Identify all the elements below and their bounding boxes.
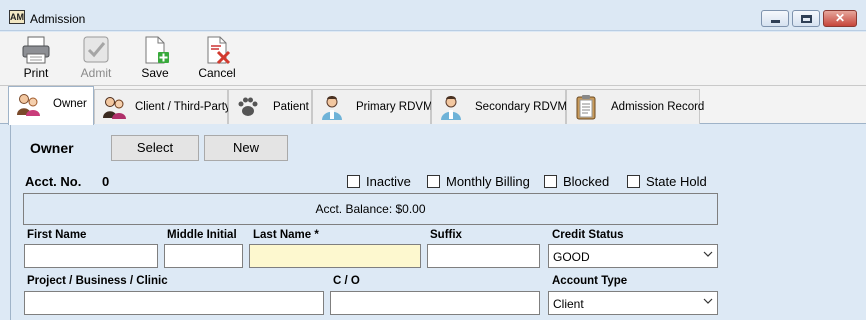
inactive-checkbox[interactable]: Inactive (347, 174, 417, 190)
paw-print-icon (238, 97, 258, 116)
tab-primary-rdvm[interactable]: Primary RDVM (312, 89, 433, 124)
last-name-field[interactable] (249, 244, 421, 268)
tab-patient[interactable]: Patient (228, 89, 312, 124)
credit-status-label: Credit Status (552, 229, 624, 241)
print-button[interactable]: Print (12, 32, 60, 84)
owner-panel: Owner Select New Acct. No. 0 Inactive Mo… (10, 124, 866, 320)
tab-owner-label: Owner (53, 98, 87, 110)
owner-people-icon (17, 94, 40, 116)
credit-status-select[interactable]: GOOD (548, 244, 718, 268)
minimize-icon (771, 20, 780, 23)
clipboard-icon (576, 95, 596, 120)
chevron-down-icon (703, 298, 713, 304)
suffix-label: Suffix (430, 229, 462, 241)
project-business-clinic-field[interactable] (24, 291, 324, 315)
minimize-button[interactable] (761, 10, 789, 27)
tab-client-third-party[interactable]: Client / Third-Party (94, 89, 231, 124)
monthly-billing-checkbox-box[interactable] (427, 175, 440, 188)
new-button[interactable]: New (204, 135, 288, 161)
section-title: Owner (30, 140, 74, 156)
project-business-clinic-label: Project / Business / Clinic (27, 275, 168, 287)
acct-no-label: Acct. No. (25, 174, 82, 189)
middle-initial-field[interactable] (164, 244, 243, 268)
close-icon: ✕ (834, 11, 846, 25)
last-name-label: Last Name * (253, 229, 319, 241)
tab-admission-record-label: Admission Record (611, 101, 705, 113)
maximize-icon (801, 15, 812, 23)
blocked-checkbox-box[interactable] (544, 175, 557, 188)
inactive-label: Inactive (366, 174, 411, 189)
save-document-icon (145, 36, 169, 64)
save-label: Save (141, 66, 169, 80)
tab-owner[interactable]: Owner (8, 86, 94, 125)
admit-check-icon (83, 36, 109, 63)
tab-client-label: Client / Third-Party (135, 101, 231, 113)
cancel-button[interactable]: Cancel (193, 32, 241, 84)
cancel-label: Cancel (198, 66, 236, 80)
save-button[interactable]: Save (131, 32, 179, 84)
account-type-label: Account Type (552, 275, 628, 287)
printer-icon (22, 36, 50, 64)
tab-secondary-rdvm[interactable]: Secondary RDVM (431, 89, 568, 124)
tab-strip: Owner Client / Third-Party Patient Prima… (0, 86, 866, 125)
close-button[interactable]: ✕ (823, 10, 857, 27)
care-of-field[interactable] (330, 291, 540, 315)
state-hold-label: State Hold (646, 174, 707, 189)
credit-status-value: GOOD (553, 250, 590, 264)
suffix-field[interactable] (427, 244, 540, 268)
window-title: Admission (30, 12, 86, 26)
maximize-button[interactable] (792, 10, 820, 27)
toolbar: Print Admit Save Cancel (0, 32, 866, 86)
account-type-value: Client (553, 297, 584, 311)
tab-primary-rdvm-label: Primary RDVM (356, 101, 433, 113)
monthly-billing-checkbox[interactable]: Monthly Billing (427, 174, 537, 190)
inactive-checkbox-box[interactable] (347, 175, 360, 188)
first-name-field[interactable] (24, 244, 158, 268)
middle-initial-label: Middle Initial (167, 229, 237, 241)
chevron-down-icon (703, 251, 713, 257)
cancel-document-icon (207, 36, 231, 65)
print-label: Print (23, 66, 49, 80)
app-icon: AM (9, 10, 25, 24)
secondary-doctor-icon (441, 96, 461, 120)
care-of-label: C / O (333, 275, 360, 287)
primary-doctor-icon (322, 96, 342, 120)
client-people-icon (103, 97, 126, 119)
tab-patient-label: Patient (273, 101, 309, 113)
account-balance: Acct. Balance: $0.00 (23, 193, 718, 225)
admit-label: Admit (80, 66, 112, 80)
blocked-label: Blocked (563, 174, 610, 189)
acct-no-value: 0 (102, 174, 110, 189)
first-name-label: First Name (27, 229, 87, 241)
blocked-checkbox[interactable]: Blocked (544, 174, 616, 190)
tab-admission-record[interactable]: Admission Record (566, 89, 704, 124)
admit-button[interactable]: Admit (72, 32, 120, 84)
account-type-select[interactable]: Client (548, 291, 718, 315)
monthly-billing-label: Monthly Billing (446, 174, 530, 189)
title-bar: AM Admission ✕ (0, 0, 866, 31)
state-hold-checkbox-box[interactable] (627, 175, 640, 188)
state-hold-checkbox[interactable]: State Hold (627, 174, 713, 190)
tab-secondary-rdvm-label: Secondary RDVM (475, 101, 568, 113)
select-button[interactable]: Select (111, 135, 199, 161)
